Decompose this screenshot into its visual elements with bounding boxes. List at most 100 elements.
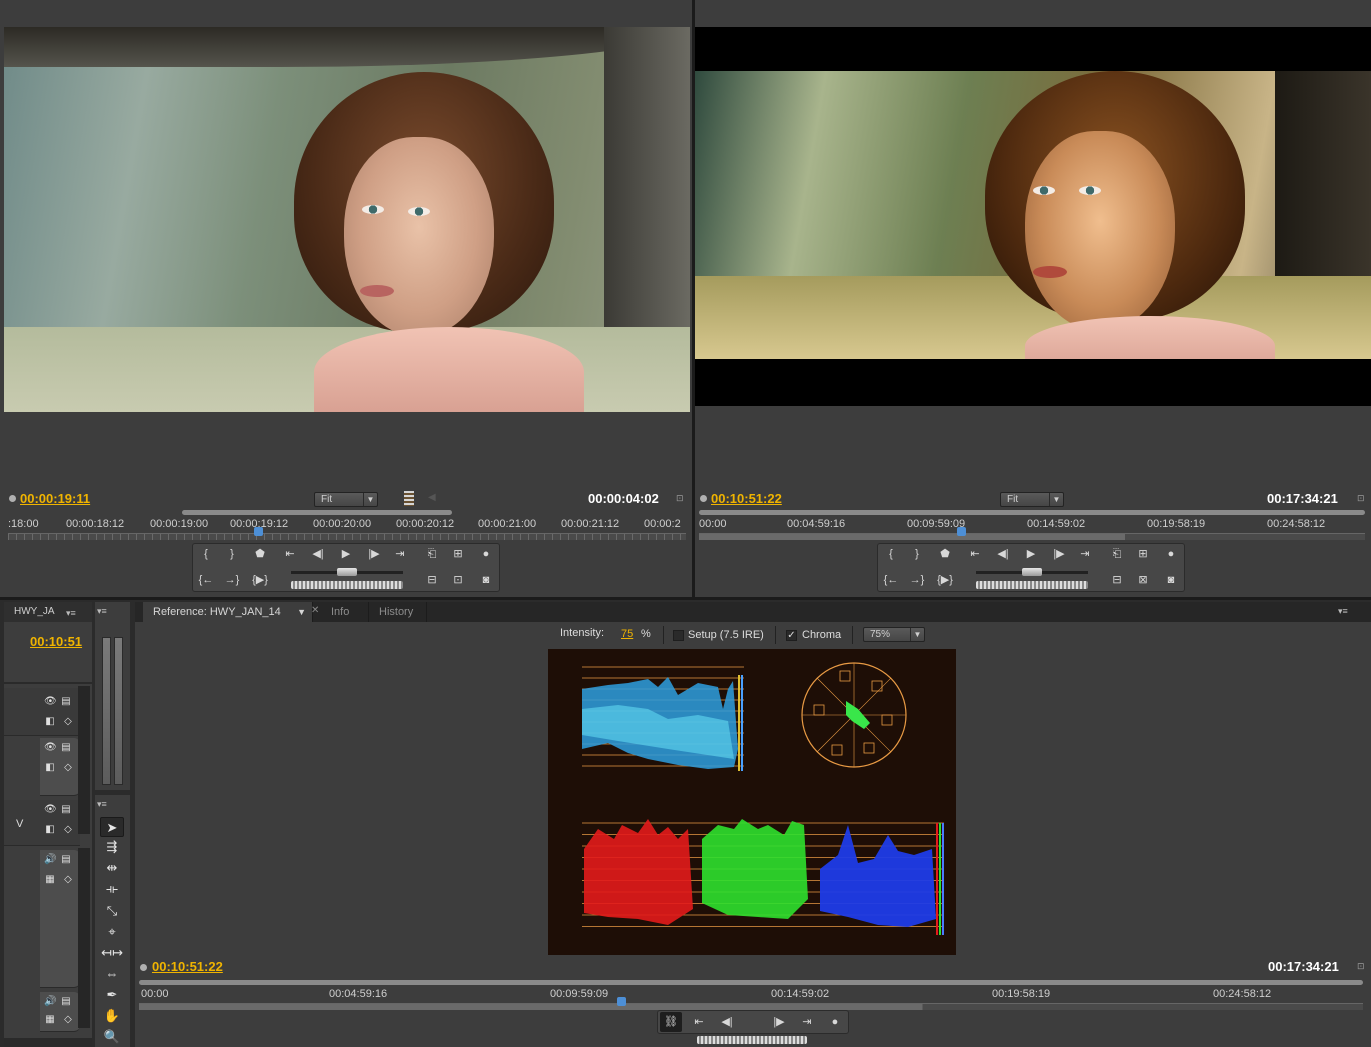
shuttle-knob[interactable]	[337, 568, 357, 576]
audio-track-1-header[interactable]: 🔊 ▤ ▦ ◇	[40, 850, 80, 988]
shuttle-knob[interactable]	[1022, 568, 1042, 576]
rate-stretch-tool-icon[interactable]: ⤡	[100, 901, 124, 921]
source-playhead[interactable]	[254, 527, 263, 536]
step-back-icon[interactable]: ◀|	[716, 1012, 738, 1032]
settings-dot-icon[interactable]	[700, 495, 707, 502]
go-to-in-icon[interactable]: ⇤	[279, 544, 301, 564]
zoom-tool-icon[interactable]: 🔍	[100, 1027, 124, 1047]
extract-icon[interactable]: ⊠	[1132, 570, 1154, 590]
camera-icon[interactable]: ◙	[1160, 570, 1182, 590]
program-zoom-dropdown[interactable]: Fit ▼	[1000, 492, 1064, 507]
rolling-edit-tool-icon[interactable]: ⟛	[100, 879, 124, 899]
add-marker-icon[interactable]: ⬟	[934, 544, 956, 564]
eye-icon[interactable]: 👁	[44, 696, 57, 708]
panel-menu-icon[interactable]: ▾≡	[66, 608, 76, 619]
mark-out-icon[interactable]: }	[221, 544, 243, 564]
track-output-icon[interactable]: ◧	[44, 762, 56, 774]
jog-wheel[interactable]	[697, 1036, 807, 1044]
clear-in-icon[interactable]: {←	[880, 570, 902, 590]
go-to-in-icon[interactable]: ⇤	[964, 544, 986, 564]
tab-info[interactable]: Info	[321, 602, 369, 622]
speaker-icon[interactable]: 🔊	[44, 996, 56, 1008]
drag-audio-only-icon[interactable]: ◀	[428, 492, 436, 503]
film-icon[interactable]: ▤	[60, 696, 72, 708]
speaker-icon[interactable]: 🔊	[44, 854, 56, 866]
keyframe-icon[interactable]: ◇	[62, 1014, 74, 1026]
close-icon[interactable]: ✕	[311, 605, 319, 616]
scope-zoom-dropdown[interactable]: 75% ▼	[863, 627, 925, 642]
tab-reference[interactable]: Reference: HWY_JAN_14 ▼	[143, 602, 313, 622]
video-track-2-header[interactable]: 👁 ▤ ◧ ◇	[40, 738, 80, 796]
gang-to-program-icon[interactable]: ⛓	[660, 1012, 682, 1032]
source-time-ruler[interactable]: :18:00 00:00:18:12 00:00:19:00 00:00:19:…	[8, 510, 686, 544]
mark-in-icon[interactable]: {	[880, 544, 902, 564]
video-track-3-header[interactable]: 👁 ▤ ◧ ◇	[4, 688, 80, 736]
monitor-panel-menu-icon[interactable]: ⊡	[676, 494, 685, 503]
mark-in-icon[interactable]: {	[195, 544, 217, 564]
setup-checkbox[interactable]	[673, 630, 684, 641]
track-output-icon[interactable]: ◧	[44, 824, 56, 836]
eye-icon[interactable]: 👁	[44, 742, 57, 754]
export-frame-icon[interactable]: ⎗	[421, 544, 443, 564]
clear-out-icon[interactable]: →}	[906, 570, 928, 590]
program-playhead[interactable]	[957, 527, 966, 536]
pen-tool-icon[interactable]: ✒	[100, 985, 124, 1005]
track-select-tool-icon[interactable]: ⇶	[100, 837, 124, 857]
go-to-out-icon[interactable]: ⇥	[389, 544, 411, 564]
chroma-checkbox[interactable]: ✓	[786, 630, 797, 641]
safe-margins-icon[interactable]: ⊞	[1132, 544, 1154, 564]
source-video-frame[interactable]	[4, 27, 690, 412]
shuttle-slider[interactable]	[291, 568, 403, 576]
audio-track-2-header[interactable]: 🔊 ▤ ▦ ◇	[40, 992, 80, 1032]
overlay-icon[interactable]: ⊡	[447, 570, 469, 590]
keyframe-icon[interactable]: ◇	[62, 874, 74, 886]
waveform-icon[interactable]: ▦	[44, 1014, 56, 1026]
play-in-to-out-icon[interactable]: {▶}	[934, 570, 956, 590]
timeline-timecode[interactable]: 00:10:51	[30, 634, 82, 649]
go-to-in-icon[interactable]: ⇤	[688, 1012, 710, 1032]
play-icon[interactable]: ▶	[1020, 544, 1042, 564]
go-to-out-icon[interactable]: ⇥	[796, 1012, 818, 1032]
video-track-1-header[interactable]: V 👁 ▤ ◧ ◇	[4, 800, 80, 846]
panel-menu-icon[interactable]: ▾≡	[97, 606, 107, 617]
keyframe-icon[interactable]: ◇	[62, 824, 74, 836]
shuttle-slider[interactable]	[976, 568, 1088, 576]
settings-dot-icon[interactable]	[9, 495, 16, 502]
lift-icon[interactable]: ⊟	[1106, 570, 1128, 590]
program-video-frame[interactable]	[695, 27, 1371, 406]
play-in-to-out-icon[interactable]: {▶}	[249, 570, 271, 590]
step-forward-icon[interactable]: |▶	[768, 1012, 790, 1032]
step-back-icon[interactable]: ◀|	[992, 544, 1014, 564]
settings-dot-icon[interactable]	[140, 964, 147, 971]
film-icon[interactable]: ▤	[60, 996, 72, 1008]
output-icon[interactable]: ●	[475, 544, 497, 564]
panel-menu-icon[interactable]: ▾≡	[97, 799, 107, 810]
monitor-panel-menu-icon[interactable]: ⊡	[1357, 962, 1366, 971]
track-output-icon[interactable]: ◧	[44, 716, 56, 728]
camera-icon[interactable]: ◙	[475, 570, 497, 590]
play-icon[interactable]: ▶	[335, 544, 357, 564]
output-icon[interactable]: ●	[824, 1012, 846, 1032]
step-back-icon[interactable]: ◀|	[307, 544, 329, 564]
monitor-panel-menu-icon[interactable]: ⊡	[1357, 494, 1366, 503]
eye-icon[interactable]: 👁	[44, 804, 57, 816]
film-icon[interactable]: ▤	[60, 854, 72, 866]
waveform-icon[interactable]: ▦	[44, 874, 56, 886]
export-frame-icon[interactable]: ⎗	[1106, 544, 1128, 564]
insert-icon[interactable]: ⊟	[421, 570, 443, 590]
zoom-scroll[interactable]	[4, 1038, 92, 1047]
film-icon[interactable]: ▤	[60, 804, 72, 816]
safe-margins-icon[interactable]: ⊞	[447, 544, 469, 564]
mark-out-icon[interactable]: }	[906, 544, 928, 564]
timeline-tab[interactable]: HWY_JA	[4, 602, 92, 622]
program-current-timecode[interactable]: 00:10:51:22	[711, 491, 782, 506]
source-zoom-dropdown[interactable]: Fit ▼	[314, 492, 378, 507]
timeline-vertical-scrollbar[interactable]	[78, 686, 90, 834]
intensity-value[interactable]: 75	[621, 628, 633, 640]
step-forward-icon[interactable]: |▶	[1048, 544, 1070, 564]
razor-tool-icon[interactable]: ⌖	[100, 922, 124, 942]
tab-history[interactable]: History	[369, 602, 427, 622]
drag-video-only-icon[interactable]	[404, 491, 414, 506]
work-area-bar[interactable]	[182, 510, 452, 515]
source-current-timecode[interactable]: 00:00:19:11	[20, 491, 90, 506]
